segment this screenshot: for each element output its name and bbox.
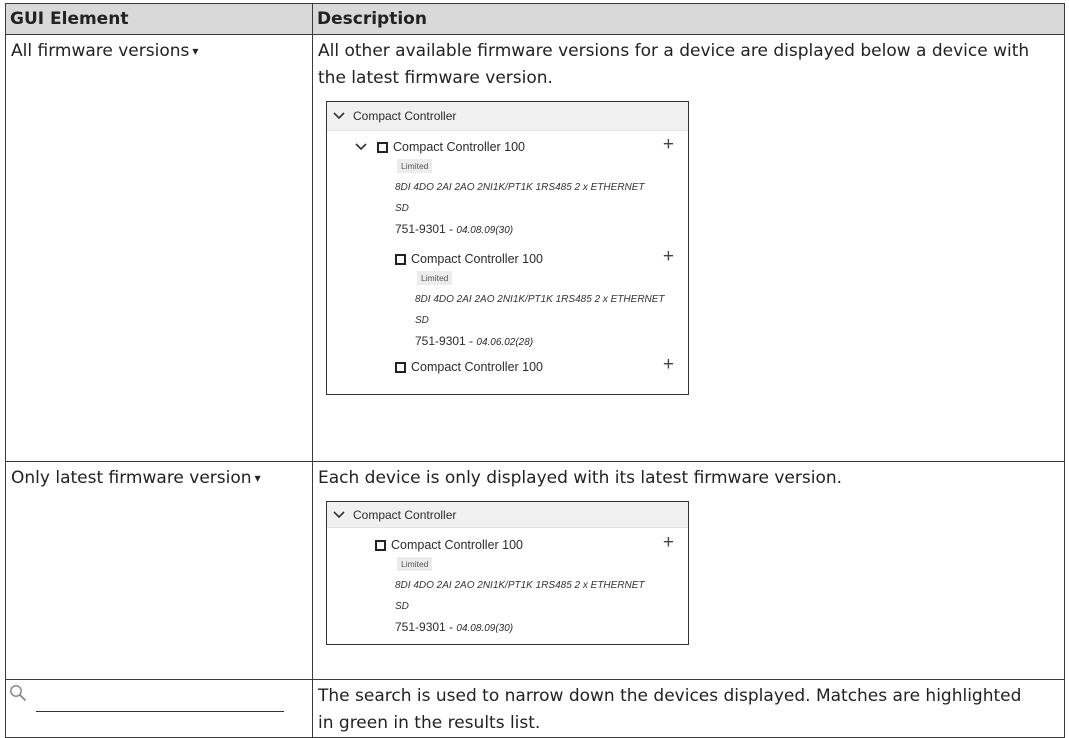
description-cell: All other available firmware versions fo… (312, 34, 1065, 462)
header-description: Description (312, 3, 1065, 35)
device-checkbox[interactable] (377, 141, 388, 153)
device-group-header[interactable]: Compact Controller (327, 102, 688, 131)
gui-element-label: All firmware versions (11, 41, 190, 61)
limited-badge: Limited (397, 557, 433, 571)
device-checkbox[interactable] (375, 539, 386, 551)
description-cell: The search is used to narrow down the de… (312, 679, 1065, 738)
gui-element-table: GUI Element Description All firmware ver… (5, 3, 1065, 738)
gui-element-cell: Only latest firmware version ▾ (5, 461, 313, 680)
device-item[interactable]: Compact Controller 100 + Limited 8DI 4DO… (375, 533, 688, 637)
description-text: All other available firmware versions fo… (318, 41, 1030, 88)
add-device-icon[interactable]: + (663, 533, 674, 552)
limited-badge: Limited (397, 159, 433, 173)
chevron-down-icon[interactable] (355, 140, 369, 154)
header-gui-element: GUI Element (5, 3, 313, 35)
description-cell: Each device is only displayed with its l… (312, 461, 1065, 680)
add-device-icon[interactable]: + (663, 247, 674, 266)
search-input-underline[interactable] (36, 711, 284, 712)
device-checkbox[interactable] (395, 253, 406, 265)
device-list-screenshot: Compact Controller Compact Controller 10… (326, 101, 689, 395)
device-name: Compact Controller 100 (393, 140, 526, 154)
table-header-row: GUI Element Description (5, 3, 1065, 35)
chevron-down-icon (333, 508, 347, 522)
table-row: The search is used to narrow down the de… (5, 679, 1065, 738)
device-list-screenshot: Compact Controller Compact Controller 10… (326, 501, 689, 645)
device-order-version: 751-9301 - 04.08.09(30) (395, 222, 514, 236)
add-device-icon[interactable]: + (663, 135, 674, 154)
device-specs: 8DI 4DO 2AI 2AO 2NI1K/PT1K 1RS485 2 x ET… (415, 294, 665, 326)
device-specs: 8DI 4DO 2AI 2AO 2NI1K/PT1K 1RS485 2 x ET… (395, 182, 645, 214)
chevron-down-icon (333, 109, 347, 123)
gui-element-label: Only latest firmware version (11, 468, 252, 488)
description-text: Each device is only displayed with its l… (318, 468, 843, 488)
limited-badge: Limited (417, 271, 453, 285)
device-group-header[interactable]: Compact Controller (327, 502, 688, 528)
search-icon[interactable] (9, 684, 26, 701)
dropdown-arrow-icon: ▾ (192, 44, 199, 58)
description-text: The search is used to narrow down the de… (318, 686, 1022, 733)
device-name: Compact Controller 100 (391, 538, 524, 552)
device-order-version: 751-9301 - 04.06.02(28) (415, 334, 534, 348)
gui-element-cell: All firmware versions ▾ (5, 34, 313, 462)
device-item[interactable]: Compact Controller 100 + (395, 355, 688, 378)
device-group-label: Compact Controller (353, 109, 457, 123)
gui-element-cell (5, 679, 313, 738)
device-item[interactable]: Compact Controller 100 + Limited 8DI 4DO… (395, 247, 688, 351)
add-device-icon[interactable]: + (663, 355, 674, 374)
device-group-label: Compact Controller (353, 507, 457, 522)
table-row: Only latest firmware version ▾ Each devic… (5, 461, 1065, 680)
device-name: Compact Controller 100 (411, 360, 544, 374)
search-field[interactable] (6, 680, 312, 723)
device-name: Compact Controller 100 (411, 252, 544, 266)
table-row: All firmware versions ▾ All other availab… (5, 34, 1065, 462)
device-checkbox[interactable] (395, 361, 406, 373)
dropdown-arrow-icon: ▾ (254, 471, 261, 485)
device-order-version: 751-9301 - 04.08.09(30) (395, 620, 514, 634)
device-specs: 8DI 4DO 2AI 2AO 2NI1K/PT1K 1RS485 2 x ET… (395, 580, 645, 612)
device-item[interactable]: Compact Controller 100 + Limited 8DI 4DO… (355, 135, 688, 239)
